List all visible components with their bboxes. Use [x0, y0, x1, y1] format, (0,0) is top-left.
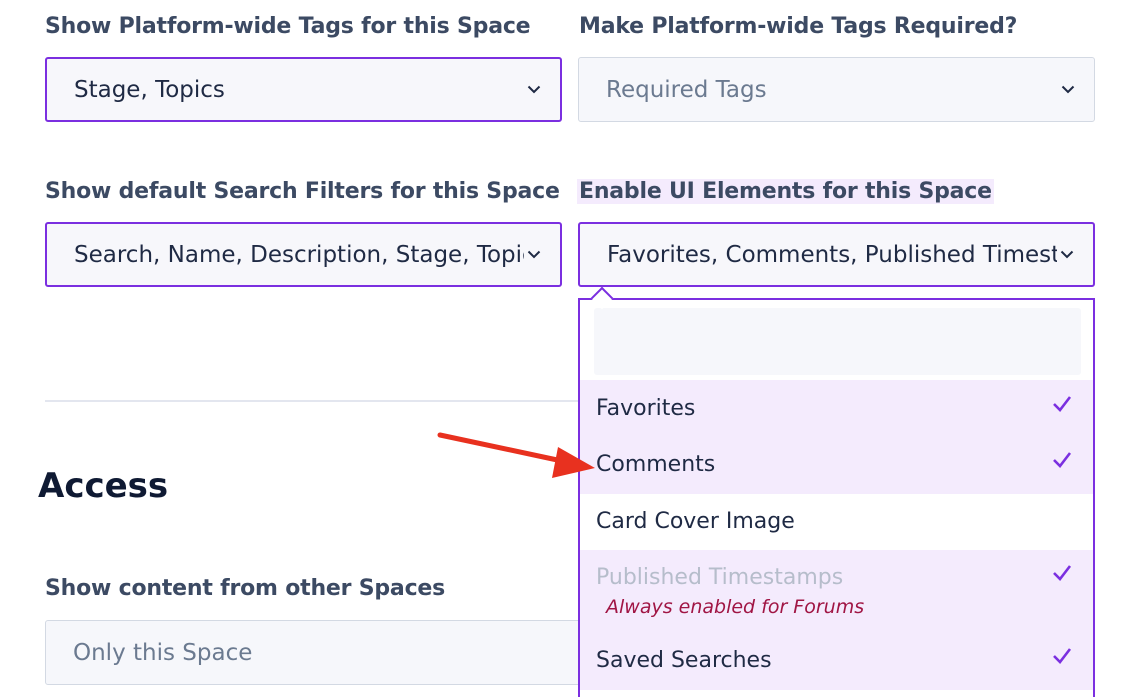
- other-spaces-label: Show content from other Spaces: [45, 576, 446, 601]
- platform-tags-label: Show Platform-wide Tags for this Space: [45, 14, 531, 39]
- required-tags-select[interactable]: Required Tags: [578, 57, 1095, 122]
- required-tags-placeholder: Required Tags: [606, 76, 767, 103]
- chevron-down-icon: [1058, 80, 1078, 100]
- search-filters-label: Show default Search Filters for this Spa…: [45, 179, 560, 204]
- other-spaces-value: Only this Space: [73, 639, 253, 666]
- chevron-down-icon: [524, 245, 544, 265]
- checkmark-icon: [1053, 648, 1072, 664]
- search-filters-value: Search, Name, Description, Stage, Topics…: [74, 241, 524, 268]
- option-saved-searches[interactable]: Saved Searches: [580, 634, 1093, 690]
- platform-tags-value: Stage, Topics: [74, 76, 225, 103]
- chevron-down-icon: [524, 80, 544, 100]
- chevron-down-icon: [1057, 245, 1077, 265]
- checkmark-icon: [1053, 452, 1072, 468]
- option-label: Comments: [596, 452, 716, 477]
- access-heading: Access: [38, 466, 169, 506]
- platform-tags-select[interactable]: Stage, Topics: [45, 57, 562, 122]
- ui-elements-dropdown: Favorites Comments Card Cover Image Publ…: [578, 298, 1095, 697]
- ui-elements-value: Favorites, Comments, Published Timestamp…: [607, 241, 1057, 268]
- option-note: Always enabled for Forums: [606, 596, 865, 618]
- option-label: Published Timestamps: [596, 565, 844, 590]
- search-filters-select[interactable]: Search, Name, Description, Stage, Topics…: [45, 222, 562, 287]
- ui-elements-select[interactable]: Favorites, Comments, Published Timestamp…: [578, 222, 1095, 287]
- required-tags-label: Make Platform-wide Tags Required?: [579, 14, 1018, 39]
- other-spaces-select[interactable]: Only this Space: [45, 620, 605, 685]
- option-favorites[interactable]: Favorites: [580, 380, 1093, 437]
- dropdown-search-input[interactable]: [594, 308, 1081, 375]
- option-label: Saved Searches: [596, 648, 772, 673]
- checkmark-icon: [1053, 396, 1072, 412]
- option-card-cover-image[interactable]: Card Cover Image: [580, 494, 1093, 550]
- section-divider: [45, 400, 580, 402]
- checkmark-icon: [1053, 565, 1072, 581]
- option-label: Favorites: [596, 396, 696, 421]
- ui-elements-label: Enable UI Elements for this Space: [577, 179, 994, 204]
- option-label: Card Cover Image: [596, 509, 795, 534]
- option-comments[interactable]: Comments: [580, 437, 1093, 494]
- option-published-timestamps: Published Timestamps Always enabled for …: [580, 550, 1093, 634]
